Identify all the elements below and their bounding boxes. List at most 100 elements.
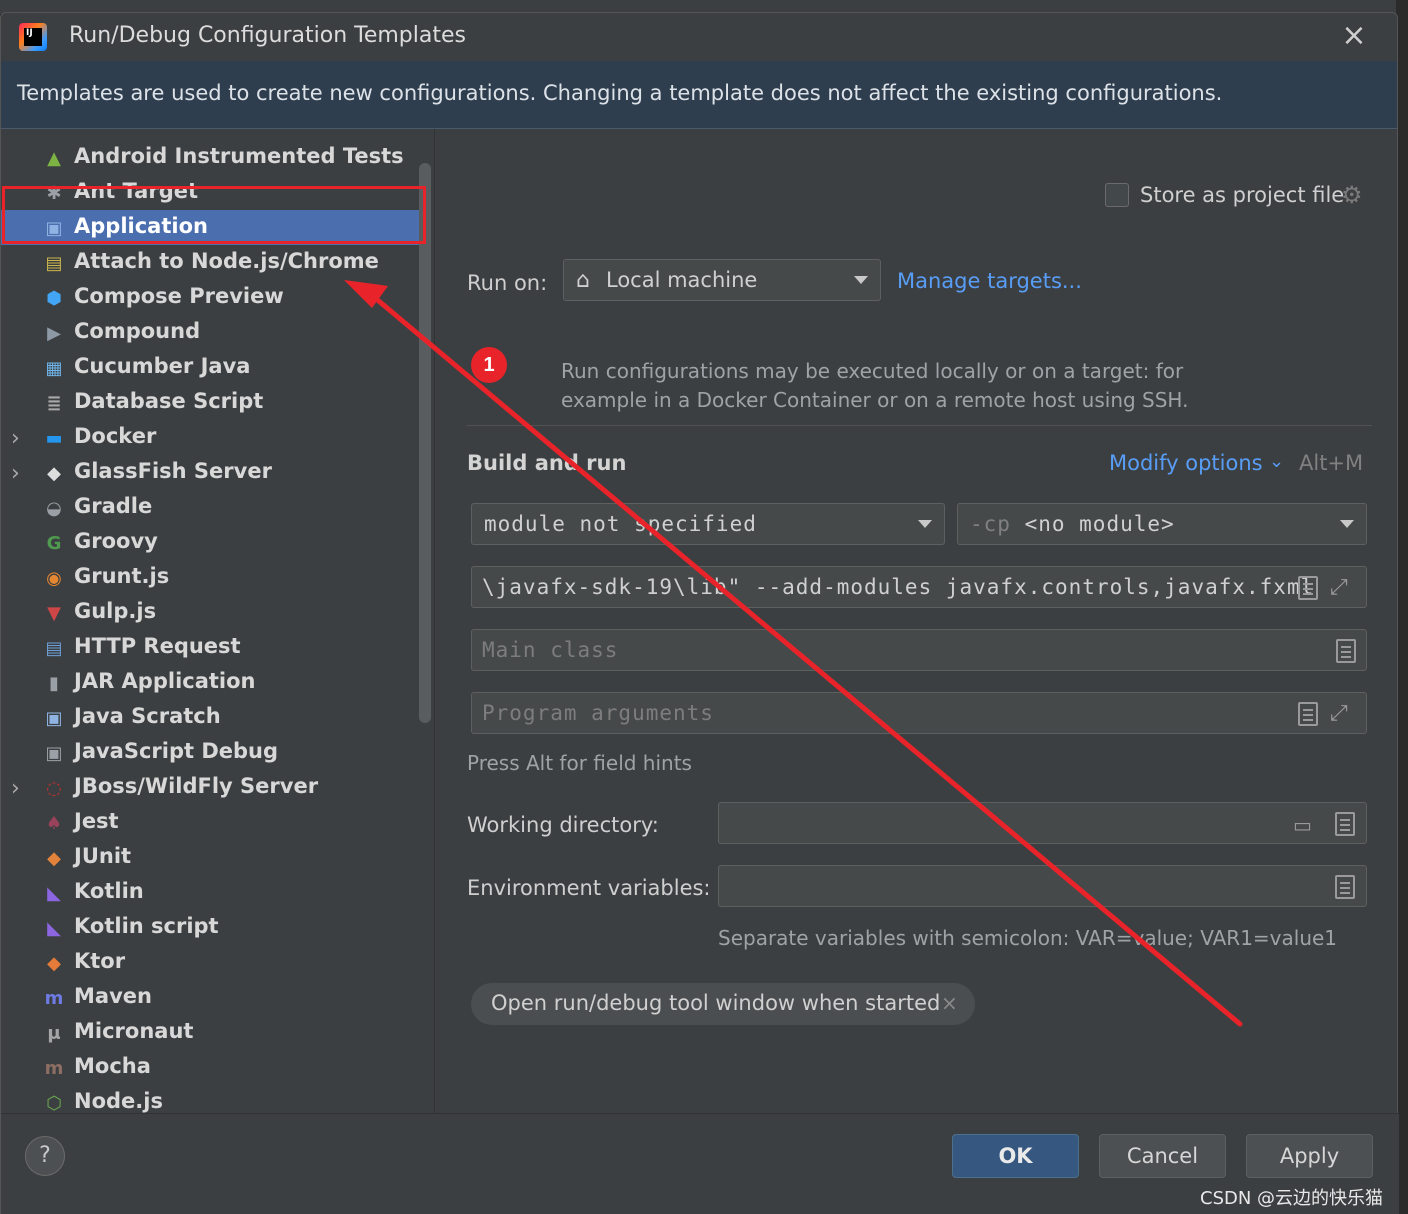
tree-item-jboss-wildfly-server[interactable]: › ◌ JBoss/WildFly Server <box>1 770 421 805</box>
tree-item-node-js[interactable]: ⬡ Node.js <box>1 1085 421 1113</box>
tree-item-java-scratch[interactable]: ▣ Java Scratch <box>1 700 421 735</box>
folder-icon[interactable]: ▭ <box>1293 813 1319 837</box>
tree-item-label: Java Scratch <box>74 704 221 728</box>
store-as-project-file-label[interactable]: Store as project file <box>1140 183 1344 207</box>
chevron-down-icon[interactable]: ⌄ <box>1269 451 1284 472</box>
apply-button[interactable]: Apply <box>1246 1134 1373 1178</box>
tree-item-mocha[interactable]: m Mocha <box>1 1050 421 1085</box>
gear-icon[interactable]: ⚙ <box>1341 183 1367 209</box>
tree-item-label: JBoss/WildFly Server <box>74 774 319 798</box>
template-tree[interactable]: ▲ Android Instrumented Tests ✱ Ant Target ▣ A… <box>1 129 435 1113</box>
close-icon[interactable]: × <box>941 991 958 1015</box>
tree-item-jar-application[interactable]: ▮ JAR Application <box>1 665 421 700</box>
junit-icon: ◆ <box>47 847 61 869</box>
js-debug-icon: ▣ <box>45 742 63 764</box>
document-icon[interactable] <box>1336 639 1356 663</box>
expand-icon[interactable]: ⤢ <box>1330 701 1348 726</box>
environment-variables-field[interactable] <box>718 865 1367 907</box>
document-icon[interactable] <box>1335 812 1355 836</box>
tree-item-jest[interactable]: ♠ Jest <box>1 805 421 840</box>
modify-options-link[interactable]: Modify options <box>1109 451 1263 475</box>
glassfish-icon: ◆ <box>47 462 61 484</box>
main-class-field[interactable]: Main class <box>471 629 1367 671</box>
document-icon[interactable] <box>1298 702 1318 726</box>
environment-variables-hint: Separate variables with semicolon: VAR=v… <box>718 926 1338 950</box>
tree-item-kotlin-script[interactable]: ◣ Kotlin script <box>1 910 421 945</box>
classpath-select[interactable]: -cp <no module> <box>957 503 1367 545</box>
tree-item-label: Kotlin <box>74 879 144 903</box>
tree-item-maven[interactable]: m Maven <box>1 980 421 1015</box>
maven-icon: m <box>44 987 64 1009</box>
tree-item-cucumber-java[interactable]: ▦ Cucumber Java <box>1 350 421 385</box>
program-arguments-placeholder: Program arguments <box>482 701 714 725</box>
tree-item-kotlin[interactable]: ◣ Kotlin <box>1 875 421 910</box>
tree-item-compose-preview[interactable]: ⬢ Compose Preview <box>1 280 421 315</box>
cp-flag: -cp <box>970 512 1011 536</box>
vm-options-value: \javafx-sdk-19\lib" --add-modules javafx… <box>482 575 1315 599</box>
kotlin-script-icon: ◣ <box>47 917 61 939</box>
tree-item-groovy[interactable]: G Groovy <box>1 525 421 560</box>
chevron-down-icon <box>854 276 868 284</box>
tree-item-grunt-js[interactable]: ◉ Grunt.js <box>1 560 421 595</box>
tree-item-junit[interactable]: ◆ JUnit <box>1 840 421 875</box>
cp-value: <no module> <box>1024 512 1175 536</box>
tree-item-glassfish-server[interactable]: › ◆ GlassFish Server <box>1 455 421 490</box>
tree-item-compound[interactable]: ▶ Compound <box>1 315 421 350</box>
tree-item-javascript-debug[interactable]: ▣ JavaScript Debug <box>1 735 421 770</box>
groovy-icon: G <box>46 532 62 554</box>
tree-item-label: Grunt.js <box>74 564 170 588</box>
dialog-footer: ? OK Cancel Apply <box>1 1113 1399 1214</box>
tree-item-android-instrumented-tests[interactable]: ▲ Android Instrumented Tests <box>1 140 421 175</box>
open-tool-window-label: Open run/debug tool window when started <box>491 991 941 1015</box>
tree-item-label: Jest <box>74 809 119 833</box>
home-icon: ⌂ <box>576 268 590 293</box>
tree-item-label: Mocha <box>74 1054 151 1078</box>
tree-item-label: Micronaut <box>74 1019 194 1043</box>
vm-options-field[interactable]: \javafx-sdk-19\lib" --add-modules javafx… <box>471 566 1367 608</box>
tree-item-attach-to-node-js-chrome[interactable]: ▤ Attach to Node.js/Chrome <box>1 245 421 280</box>
watermark: CSDN @云边的快乐猫 <box>1200 1188 1384 1209</box>
module-select[interactable]: module not specified <box>471 503 945 545</box>
document-icon[interactable] <box>1335 875 1355 899</box>
tree-item-gradle[interactable]: ◒ Gradle <box>1 490 421 525</box>
jboss-icon: ◌ <box>46 777 62 799</box>
open-tool-window-chip[interactable]: Open run/debug tool window when started … <box>471 983 975 1025</box>
cucumber-icon: ▦ <box>45 357 63 379</box>
program-arguments-field[interactable]: Program arguments ⤢ <box>471 692 1367 734</box>
chevron-right-icon[interactable]: › <box>11 426 20 451</box>
working-directory-label: Working directory: <box>467 813 659 837</box>
tree-scrollbar[interactable] <box>419 163 431 723</box>
tree-item-ktor[interactable]: ◆ Ktor <box>1 945 421 980</box>
banner-text: Templates are used to create new configu… <box>17 81 1223 105</box>
tree-item-label: JUnit <box>74 844 132 868</box>
tree-item-label: Compound <box>74 319 201 343</box>
grunt-icon: ◉ <box>46 567 62 589</box>
store-as-project-file-checkbox[interactable] <box>1105 183 1129 207</box>
working-directory-field[interactable]: ▭ <box>718 802 1367 844</box>
tree-item-http-request[interactable]: ▤ HTTP Request <box>1 630 421 665</box>
tree-item-label: Cucumber Java <box>74 354 251 378</box>
document-icon[interactable] <box>1298 576 1318 600</box>
tree-item-label: JAR Application <box>74 669 256 693</box>
chevron-right-icon[interactable]: › <box>11 461 20 486</box>
gradle-icon: ◒ <box>46 497 62 519</box>
tree-item-micronaut[interactable]: μ Micronaut <box>1 1015 421 1050</box>
ok-button[interactable]: OK <box>952 1134 1079 1178</box>
tree-item-docker[interactable]: › ▬ Docker <box>1 420 421 455</box>
help-button[interactable]: ? <box>25 1136 65 1176</box>
dialog-title: Run/Debug Configuration Templates <box>69 23 466 48</box>
run-on-select[interactable]: ⌂ Local machine <box>563 259 881 301</box>
tree-item-label: Docker <box>74 424 157 448</box>
cancel-button[interactable]: Cancel <box>1099 1134 1226 1178</box>
close-icon[interactable]: × <box>1339 21 1369 51</box>
field-hints-text: Press Alt for field hints <box>467 751 692 775</box>
tree-item-gulp-js[interactable]: ▼ Gulp.js <box>1 595 421 630</box>
expand-icon[interactable]: ⤢ <box>1330 575 1348 600</box>
nodejs-icon: ⬡ <box>46 1092 62 1114</box>
module-value: module not specified <box>484 512 757 536</box>
tree-item-database-script[interactable]: ≣ Database Script <box>1 385 421 420</box>
chevron-right-icon[interactable]: › <box>11 776 20 801</box>
tree-item-label: Compose Preview <box>74 284 284 308</box>
manage-targets-link[interactable]: Manage targets... <box>897 269 1082 293</box>
tree-item-label: JavaScript Debug <box>74 739 279 763</box>
